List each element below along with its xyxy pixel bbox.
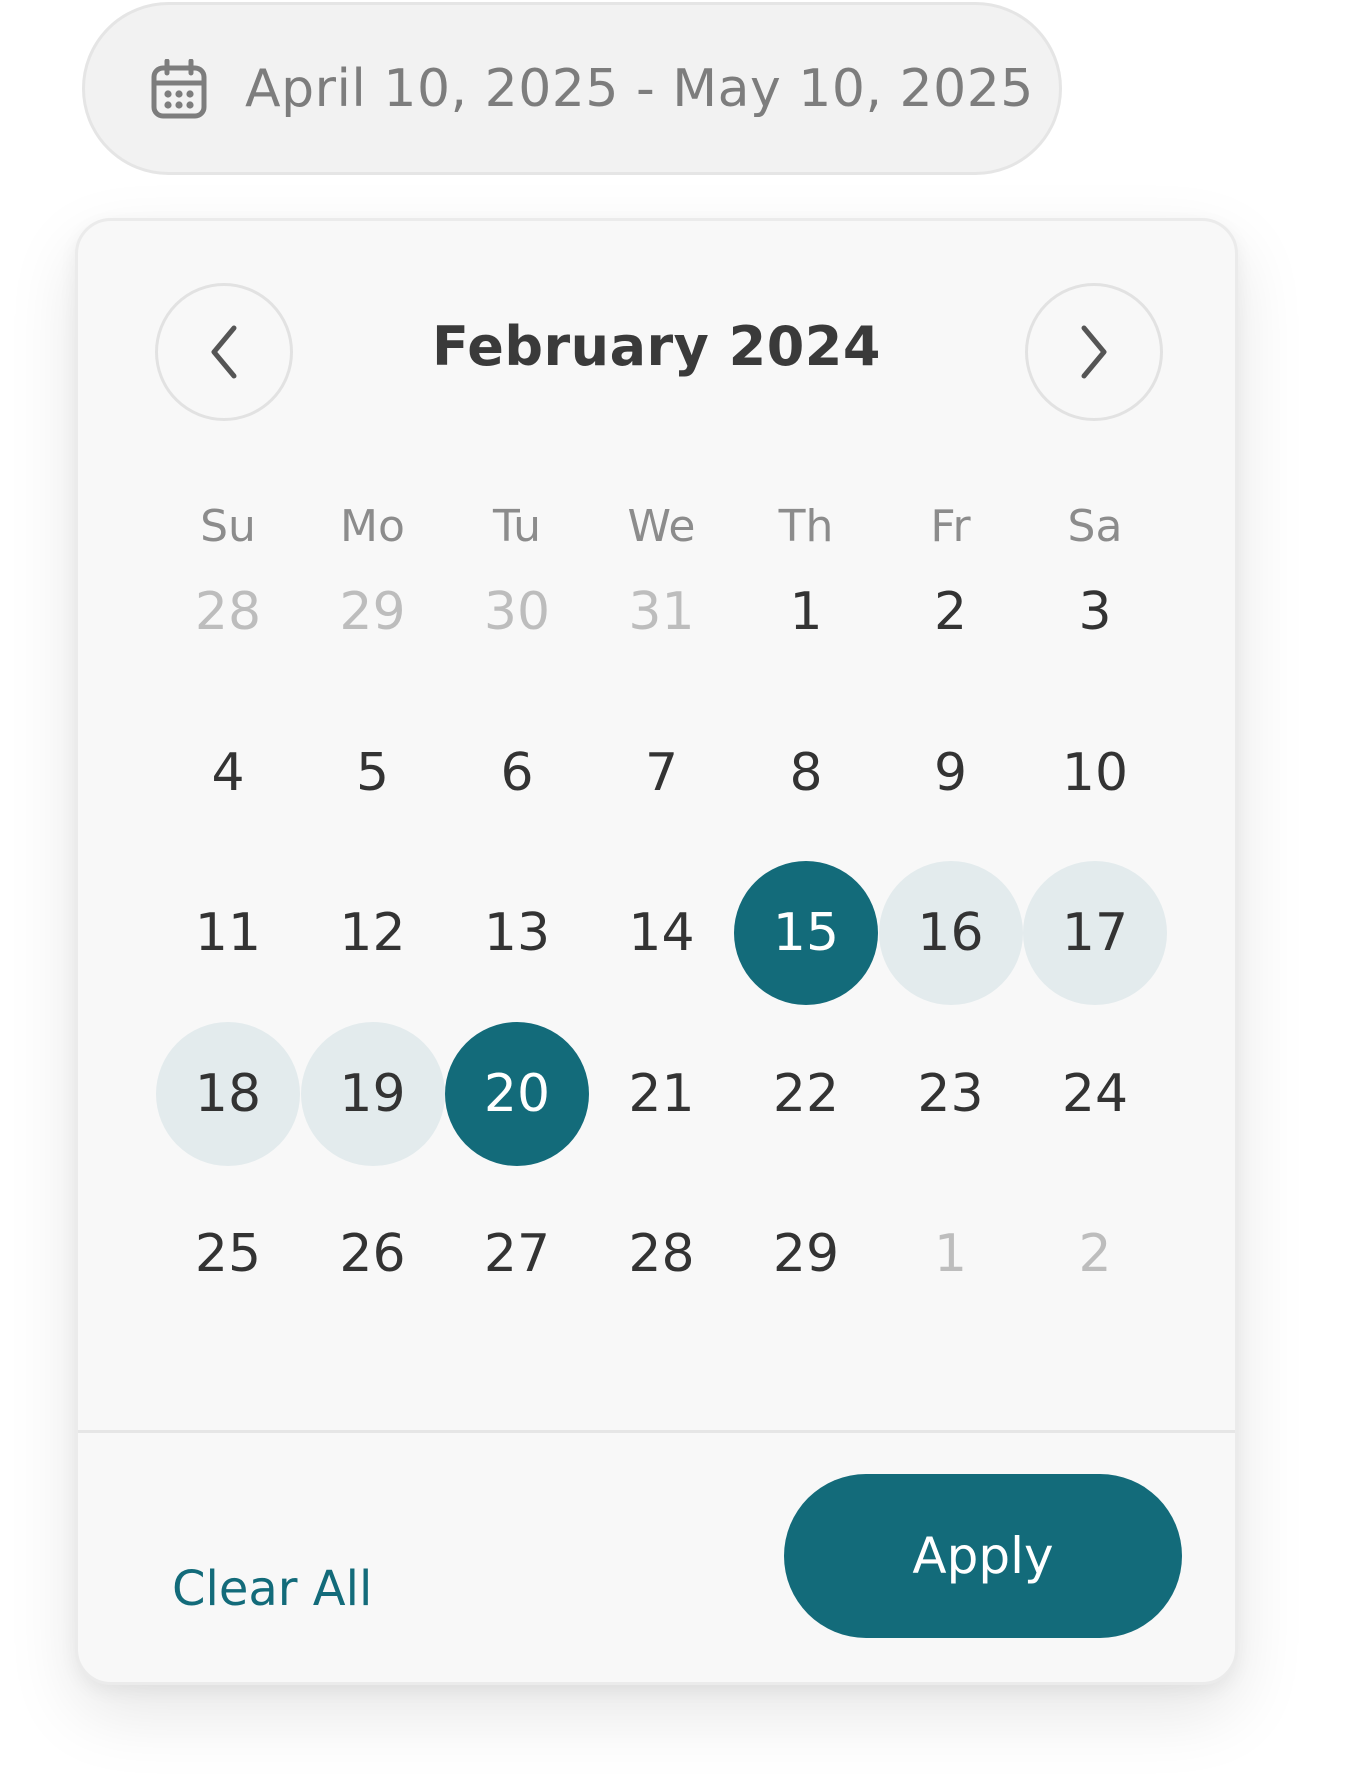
footer-divider <box>78 1430 1235 1433</box>
day-cell[interactable]: 9 <box>879 701 1023 845</box>
day-cell[interactable]: 10 <box>1023 701 1167 845</box>
apply-button[interactable]: Apply <box>784 1474 1182 1638</box>
day-cell[interactable]: 15 <box>734 861 878 1005</box>
day-cell[interactable]: 25 <box>156 1182 300 1326</box>
day-cell[interactable]: 1 <box>734 540 878 684</box>
day-cell[interactable]: 17 <box>1023 861 1167 1005</box>
day-cell[interactable]: 13 <box>445 861 589 1005</box>
day-cell[interactable]: 30 <box>445 540 589 684</box>
day-cell[interactable]: 28 <box>156 540 300 684</box>
day-cell[interactable]: 18 <box>156 1021 300 1166</box>
day-cell[interactable]: 27 <box>445 1182 589 1326</box>
day-cell[interactable]: 4 <box>156 701 300 845</box>
day-cell[interactable]: 21 <box>590 1022 734 1166</box>
day-cell[interactable]: 28 <box>590 1182 734 1326</box>
day-cell[interactable]: 29 <box>301 540 445 684</box>
day-cell[interactable]: 14 <box>590 861 734 1005</box>
clear-all-button[interactable]: Clear All <box>172 1561 372 1617</box>
day-cell[interactable]: 29 <box>734 1182 878 1326</box>
day-cell[interactable]: 24 <box>1023 1022 1167 1166</box>
day-cell[interactable]: 23 <box>879 1022 1023 1166</box>
day-cell[interactable]: 26 <box>301 1182 445 1326</box>
day-cell[interactable]: 16 <box>878 861 1023 1005</box>
day-cell[interactable]: 11 <box>156 861 300 1005</box>
day-cell[interactable]: 31 <box>590 540 734 684</box>
day-cell[interactable]: 1 <box>879 1182 1023 1326</box>
day-cell[interactable]: 22 <box>734 1022 878 1166</box>
day-cell[interactable]: 19 <box>300 1021 445 1166</box>
day-cell[interactable]: 2 <box>879 540 1023 684</box>
day-cell[interactable]: 8 <box>734 701 878 845</box>
calendar-popover: February 2024 Su Mo Tu We Th Fr Sa 28 29 30 31 1 2 3… <box>75 218 1238 1685</box>
day-cell[interactable]: 6 <box>445 701 589 845</box>
calendar-icon <box>151 58 207 119</box>
date-range-input[interactable]: April 10, 2025 - May 10, 2025 <box>82 2 1062 175</box>
day-cell[interactable]: 3 <box>1023 540 1167 684</box>
day-cell[interactable]: 12 <box>301 861 445 1005</box>
date-range-value: April 10, 2025 - May 10, 2025 <box>245 58 1034 119</box>
day-cell[interactable]: 20 <box>445 1021 589 1166</box>
next-month-button[interactable] <box>1025 283 1163 421</box>
day-cell[interactable]: 7 <box>590 701 734 845</box>
chevron-right-icon <box>1076 324 1112 380</box>
day-cell[interactable]: 2 <box>1023 1182 1167 1326</box>
day-cell[interactable]: 5 <box>301 701 445 845</box>
